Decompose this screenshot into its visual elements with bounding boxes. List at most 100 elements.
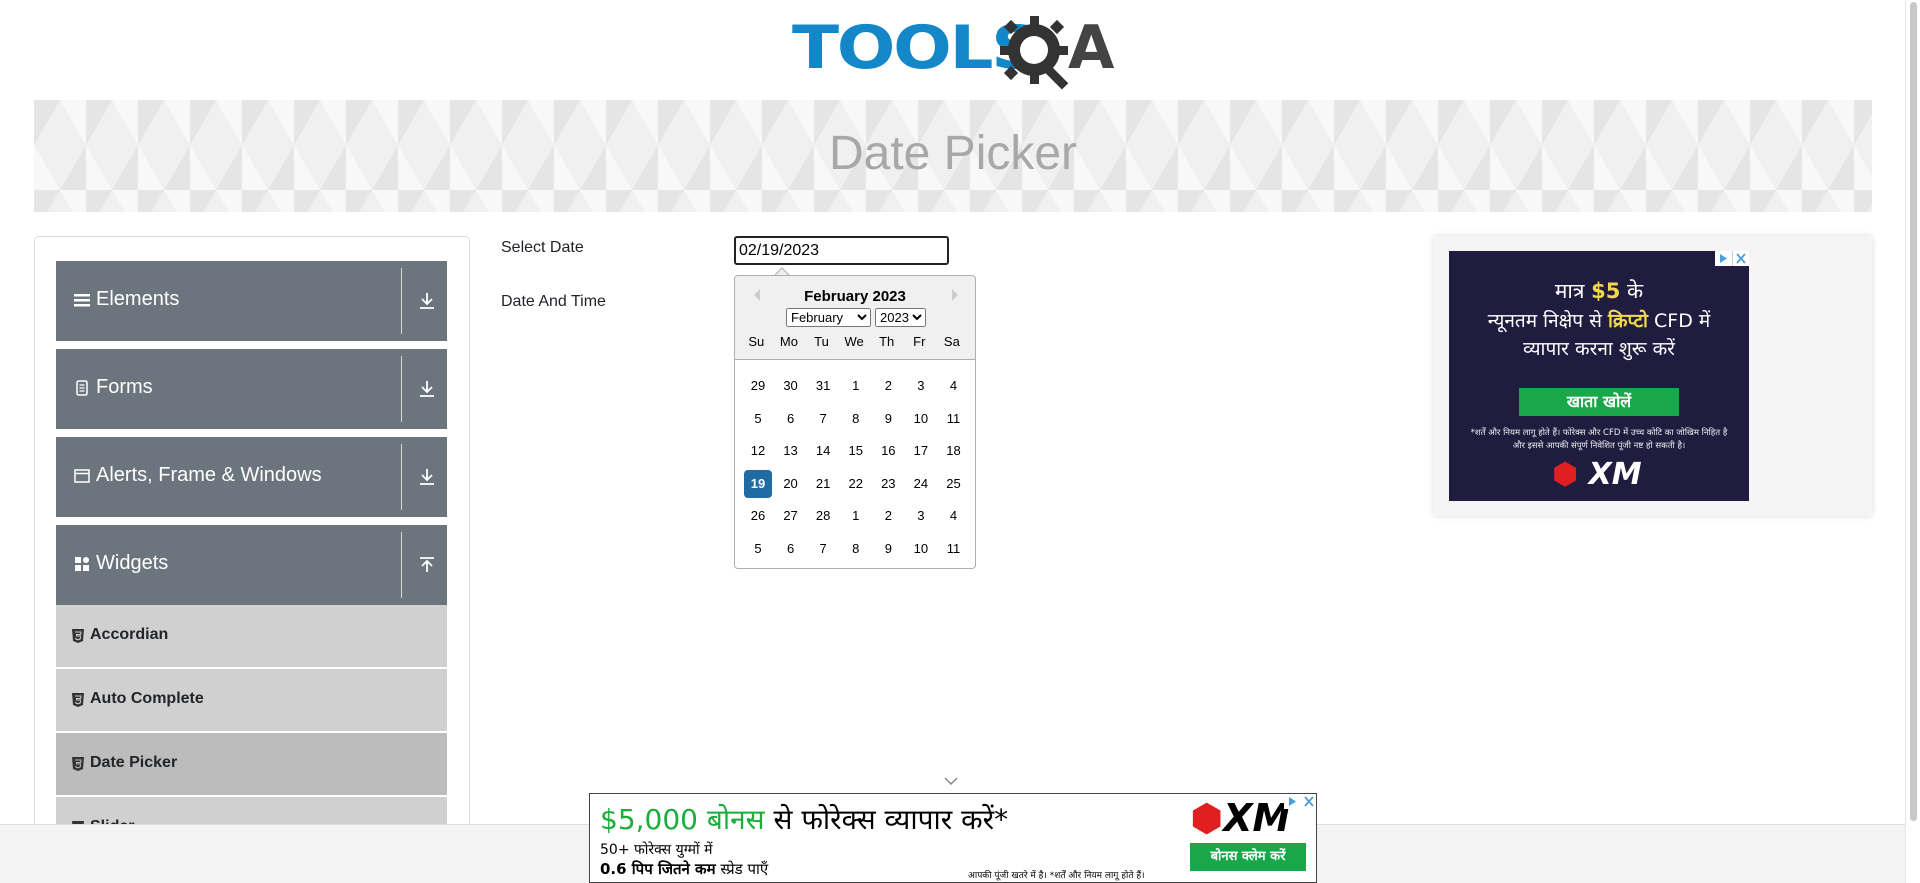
sidebar-group-elements[interactable]: Elements [56,261,447,341]
calendar-day[interactable]: 8 [842,535,870,563]
ad-choices-close-icon[interactable] [1284,794,1317,809]
calendar-day[interactable]: 1 [842,502,870,530]
chevron-down-icon[interactable] [943,776,959,786]
sidebar-item-label: Accordian [90,626,169,643]
upload-arrow-icon [420,557,434,572]
ad-choices-close-icon[interactable] [1715,251,1749,266]
calendar-day[interactable]: 9 [874,405,902,433]
calendar-day[interactable]: 27 [777,502,805,530]
sidebar-item-accordian[interactable]: Accordian [56,605,447,667]
download-arrow-icon [420,293,434,309]
calendar-day[interactable]: 10 [907,535,935,563]
next-month-icon[interactable] [950,288,960,302]
calendar-day[interactable]: 11 [939,535,967,563]
bottom-ad-headline: $5,000 बोनस से फोरेक्स व्यापार करें* [600,800,1008,838]
calendar-day[interactable]: 26 [744,502,772,530]
calendar-day[interactable]: 21 [809,470,837,498]
calendar-day[interactable]: 2 [874,372,902,400]
calendar-day[interactable]: 9 [874,535,902,563]
calendar-day[interactable]: 13 [777,437,805,465]
calendar-day[interactable]: 30 [777,372,805,400]
calendar-day[interactable]: 6 [777,405,805,433]
sidebar-group-label: Forms [96,376,153,398]
widgets-grid-icon [75,557,89,571]
calendar-day[interactable]: 7 [809,405,837,433]
vertical-scrollbar[interactable] [1905,0,1920,883]
ad-text: मात्र [1554,279,1592,303]
hamburger-icon [74,294,90,307]
calendar-day[interactable]: 4 [939,502,967,530]
calendar-day[interactable]: 15 [842,437,870,465]
page: TOOLS A Date Picker Elements Forms Alert… [0,0,1920,883]
divider [401,356,402,422]
bottom-ad-headline-text: से फोरेक्स व्यापार करें* [764,803,1009,836]
calendar-month-title: February 2023 [804,288,906,305]
sidebar-group-widgets[interactable]: Widgets [56,525,447,605]
calendar-day[interactable]: 8 [842,405,870,433]
calendar-day[interactable]: 1 [842,372,870,400]
logo-letter-a: A [1068,13,1115,83]
claim-bonus-button[interactable]: बोनस क्लेम करें [1190,843,1306,871]
calendar-day[interactable]: 18 [939,437,967,465]
html5-icon [72,693,84,707]
ad-highlight: क्रिप्टो [1607,310,1648,332]
calendar-day[interactable]: 5 [744,535,772,563]
calendar-day[interactable]: 6 [777,535,805,563]
calendar-day[interactable]: 11 [939,405,967,433]
calendar-day[interactable]: 3 [907,372,935,400]
year-select[interactable]: 2023 [875,308,926,327]
weekday-label: Tu [814,334,829,349]
spread-highlight: 0.6 पिप जितने कम [600,860,716,878]
calendar-header: February 2023 February 2023 Su Mo Tu We Th Fr… [735,276,975,360]
calendar-day[interactable]: 12 [744,437,772,465]
sidebar-group-alerts[interactable]: Alerts, Frame & Windows [56,437,447,517]
ad-line-3: व्यापार करना शुरू करें [1523,338,1675,360]
window-icon [74,469,90,483]
calendar-day[interactable]: 31 [809,372,837,400]
bottom-ad-line-3-text: स्प्रेड पाएँ [715,860,769,878]
calendar-day[interactable]: 28 [809,502,837,530]
sidebar: Elements Forms Alerts, Frame & Windows W… [34,236,470,883]
sidebar-group-label: Alerts, Frame & Windows [96,464,322,486]
calendar-day[interactable]: 22 [842,470,870,498]
calendar-day[interactable]: 23 [874,470,902,498]
ad-text: के [1620,279,1644,303]
weekday-header: Su Mo Tu We Th Fr Sa [740,334,970,349]
ad-disclaimer: *शर्तें और नियम लागू होते हैं। फोरेक्स औ… [1470,428,1728,451]
calendar-day[interactable]: 5 [744,405,772,433]
calendar-day[interactable]: 20 [777,470,805,498]
sidebar-group-label: Elements [96,288,180,310]
advertisement-banner[interactable]: मात्र $5 के न्यूनतम निक्षेप से क्रिप्टो … [1449,251,1749,501]
open-account-button[interactable]: खाता खोलें [1519,388,1679,416]
calendar-day[interactable]: 14 [809,437,837,465]
calendar-day[interactable]: 24 [907,470,935,498]
page-banner: Date Picker [34,100,1872,212]
sidebar-item-auto-complete[interactable]: Auto Complete [56,669,447,731]
select-date-input[interactable] [734,236,949,265]
calendar-day[interactable]: 16 [874,437,902,465]
calendar-day[interactable]: 4 [939,372,967,400]
weekday-label: Su [748,334,765,349]
month-select[interactable]: February [786,308,871,327]
calendar-day[interactable]: 17 [907,437,935,465]
bottom-advertisement[interactable]: $5,000 बोनस से फोरेक्स व्यापार करें* 50+… [589,793,1317,883]
calendar-day[interactable]: 2 [874,502,902,530]
calendar-day[interactable]: 29 [744,372,772,400]
calendar-day[interactable]: 3 [907,502,935,530]
ad-line-1: मात्र $5 के [1449,277,1749,305]
calendar-day-selected[interactable]: 19 [744,469,772,498]
ad-text: CFD में [1647,310,1711,332]
date-time-label: Date And Time [501,293,606,310]
calendar-day[interactable]: 10 [907,405,935,433]
toolsqa-logo[interactable]: TOOLS A [792,14,1118,92]
weekday-label: Th [879,334,895,349]
sidebar-group-forms[interactable]: Forms [56,349,447,429]
sidebar-item-date-picker[interactable]: Date Picker [56,733,447,795]
calendar-day[interactable]: 25 [939,470,967,498]
calendar-week-row: 5 6 7 8 9 10 11 [744,535,972,568]
scrollbar-thumb[interactable] [1910,2,1917,821]
sidebar-item-label: Date Picker [90,754,178,771]
calendar-days-grid: 29 30 31 1 2 3 4 5 6 7 8 9 10 11 12 13 14 15 16 17 18 19 20 21 2… [744,372,972,568]
ad-highlight: $5 [1591,279,1621,303]
calendar-day[interactable]: 7 [809,535,837,563]
